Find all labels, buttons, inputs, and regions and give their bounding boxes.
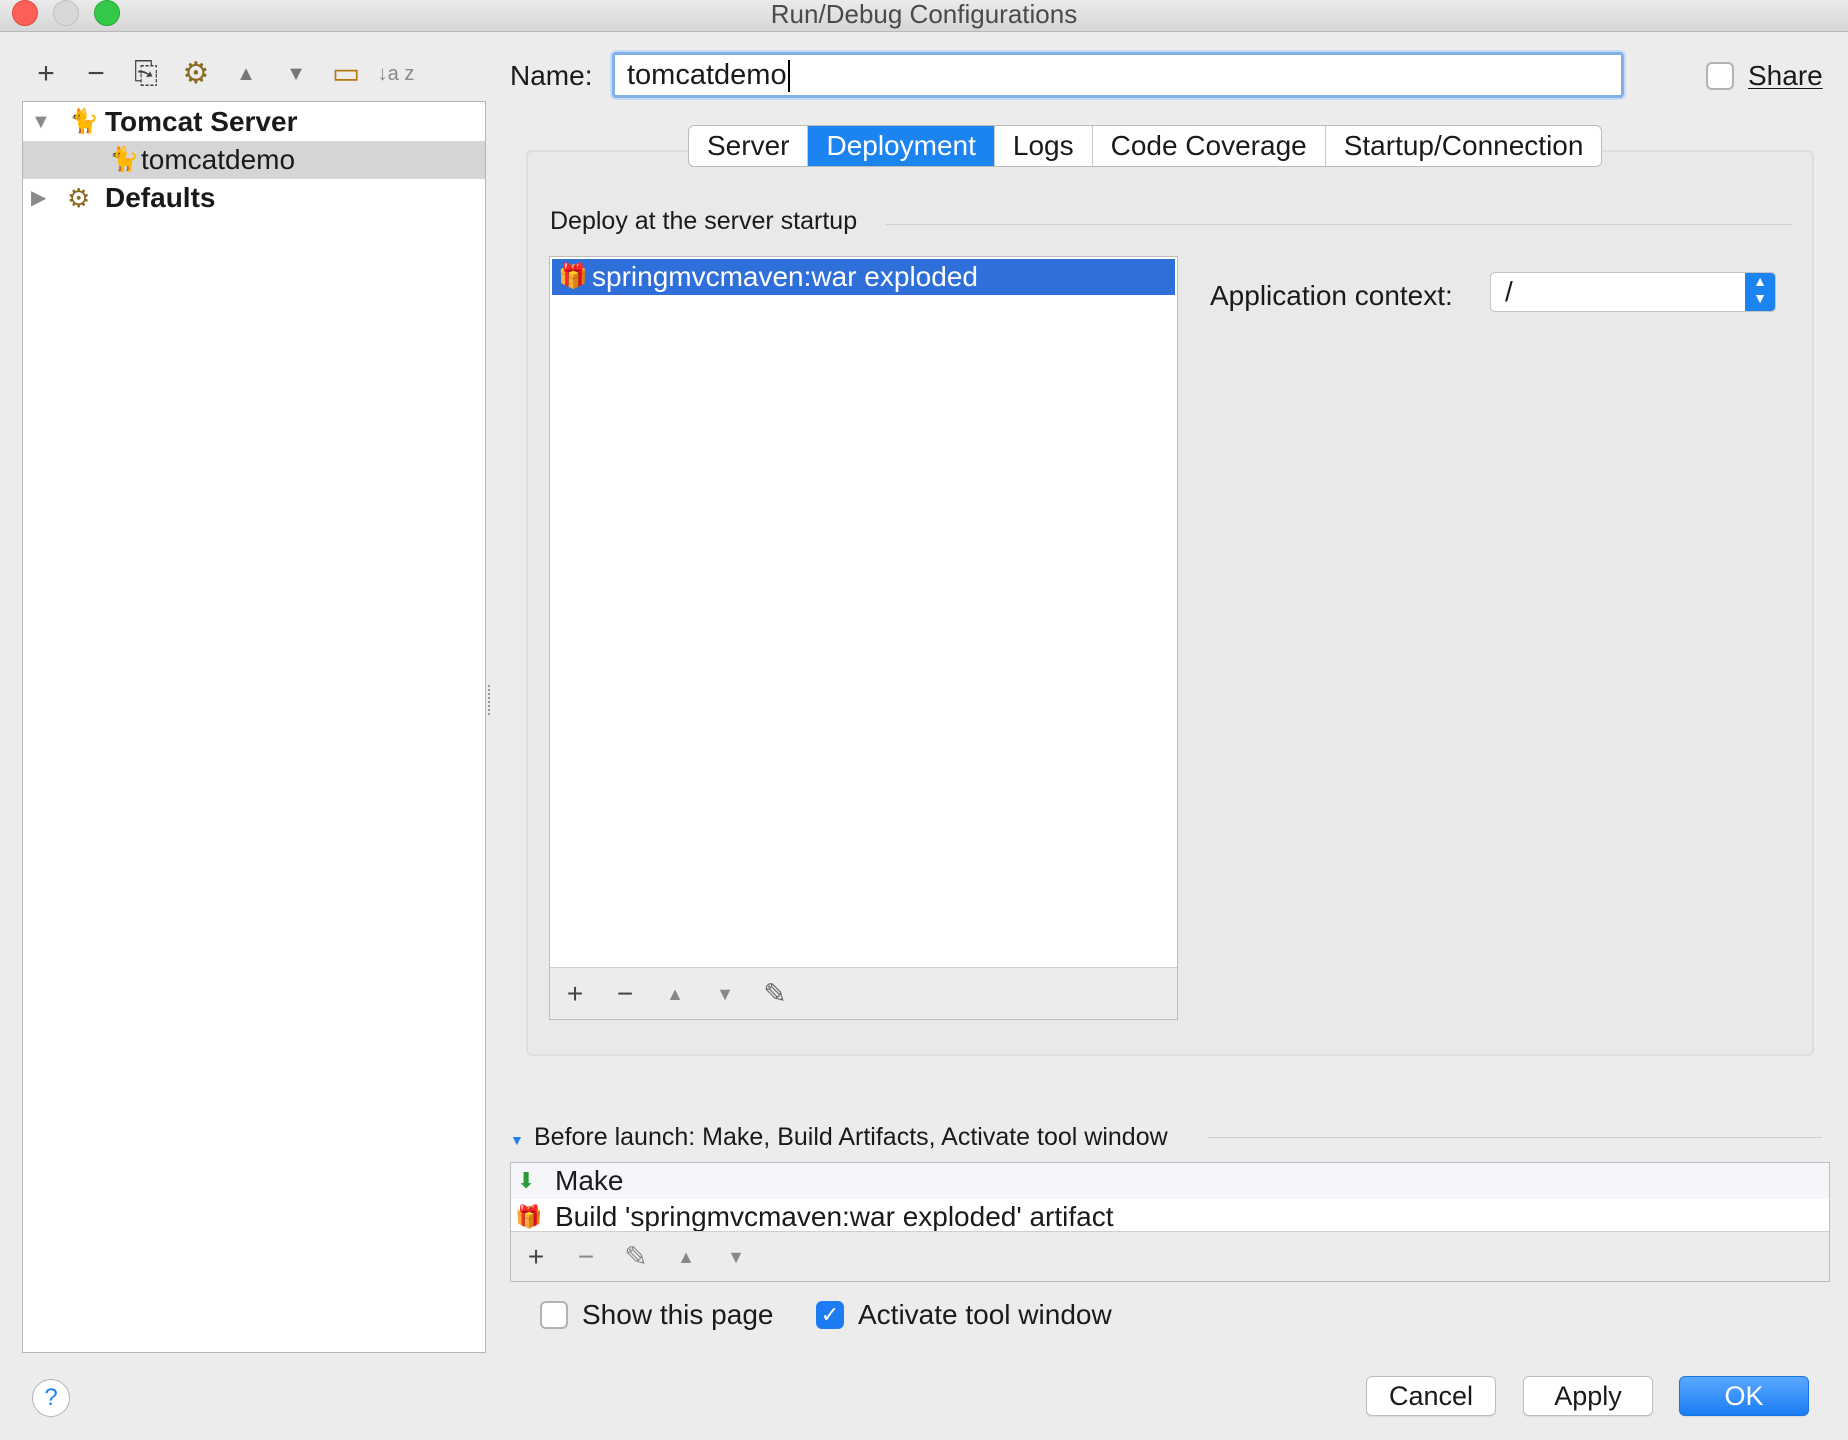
panel-splitter[interactable] — [488, 685, 494, 715]
tab-server[interactable]: Server — [689, 126, 809, 166]
add-configuration-icon[interactable]: + — [26, 54, 66, 94]
remove-icon[interactable]: − — [604, 968, 646, 1020]
move-down-icon[interactable]: ▼ — [715, 1231, 757, 1283]
tree-item-tomcatdemo[interactable]: 🐈 tomcatdemo — [23, 141, 485, 179]
ok-button[interactable]: OK — [1679, 1376, 1809, 1416]
copy-configuration-icon[interactable]: ⎘ — [126, 54, 166, 94]
tree-item-defaults[interactable]: ▶ ⚙ Defaults — [23, 179, 485, 217]
activate-tool-window-label[interactable]: Activate tool window — [858, 1295, 1112, 1335]
window-title: Run/Debug Configurations — [770, 0, 1078, 29]
tree-item-label: tomcatdemo — [141, 144, 296, 175]
show-page-checkbox[interactable] — [540, 1301, 568, 1329]
tab-code-coverage[interactable]: Code Coverage — [1093, 126, 1326, 166]
tomcat-icon: 🐈 — [109, 146, 139, 173]
deploy-section-title: Deploy at the server startup — [550, 207, 858, 235]
name-label: Name: — [510, 60, 593, 91]
tab-strip: Server Deployment Logs Code Coverage Sta… — [688, 125, 1603, 167]
configuration-tree[interactable]: ▼ 🐈 Tomcat Server 🐈 tomcatdemo ▶ ⚙ Defau… — [22, 101, 486, 1353]
edit-defaults-icon[interactable]: ⚙ — [176, 54, 216, 94]
app-context-select[interactable]: / ▲ ▼ — [1490, 272, 1776, 312]
edit-pencil-icon[interactable]: ✎ — [615, 1231, 657, 1283]
deploy-artifact-list[interactable]: 🎁 springmvcmaven:war exploded + − ▲ ▼ ✎ — [549, 256, 1178, 1020]
deploy-list-toolbar: + − ▲ ▼ ✎ — [550, 967, 1177, 1019]
artifact-icon: 🎁 — [558, 263, 588, 290]
activate-tool-window-checkbox[interactable]: ✓ — [816, 1301, 844, 1329]
checkmark-icon: ✓ — [820, 1302, 840, 1327]
list-item[interactable]: 🎁 springmvcmaven:war exploded — [552, 259, 1175, 295]
share-label[interactable]: Share — [1748, 56, 1823, 96]
collapse-before-launch-icon[interactable]: ▼ — [510, 1130, 524, 1150]
sort-icon[interactable]: ↓a z — [376, 54, 416, 94]
folder-icon[interactable]: ▭ — [326, 54, 366, 94]
expand-arrow-icon[interactable]: ▼ — [31, 103, 51, 141]
add-icon[interactable]: + — [515, 1231, 557, 1283]
move-down-icon[interactable]: ▼ — [276, 54, 316, 94]
remove-icon[interactable]: − — [565, 1231, 607, 1283]
make-icon: ⬇ — [517, 1168, 536, 1193]
before-launch-title: Before launch: Make, Build Artifacts, Ac… — [534, 1123, 1168, 1151]
text-caret — [787, 60, 790, 93]
section-divider — [886, 224, 1792, 225]
name-input[interactable]: tomcatdemo — [612, 52, 1624, 98]
move-down-icon[interactable]: ▼ — [704, 968, 746, 1020]
collapse-arrow-icon[interactable]: ▶ — [31, 179, 46, 217]
wrench-gear-icon: ⚙ — [67, 183, 91, 213]
tree-item-tomcat-server[interactable]: ▼ 🐈 Tomcat Server — [23, 103, 485, 141]
list-item[interactable]: 🎁 Build 'springmvcmaven:war exploded' ar… — [511, 1199, 1829, 1231]
section-divider — [1208, 1137, 1822, 1138]
select-arrows-icon[interactable]: ▲ ▼ — [1745, 273, 1775, 311]
app-context-label: Application context: — [1210, 280, 1453, 311]
tab-startup-connection[interactable]: Startup/Connection — [1326, 126, 1602, 166]
help-button[interactable]: ? — [32, 1379, 70, 1417]
remove-configuration-icon[interactable]: − — [76, 54, 116, 94]
move-up-icon[interactable]: ▲ — [665, 1231, 707, 1283]
tomcat-icon: 🐈 — [69, 108, 99, 135]
cancel-button[interactable]: Cancel — [1366, 1376, 1496, 1416]
artifact-icon: 🎁 — [515, 1204, 543, 1229]
apply-button[interactable]: Apply — [1523, 1376, 1653, 1416]
tab-deployment[interactable]: Deployment — [808, 126, 995, 166]
share-checkbox[interactable] — [1706, 62, 1734, 90]
list-item[interactable]: ⬇ Make — [511, 1163, 1829, 1199]
edit-pencil-icon[interactable]: ✎ — [754, 968, 796, 1020]
title-bar: Run/Debug Configurations — [0, 0, 1848, 32]
move-up-icon[interactable]: ▲ — [226, 54, 266, 94]
tree-item-label: Tomcat Server — [105, 106, 298, 137]
tab-logs[interactable]: Logs — [995, 126, 1093, 166]
before-launch-list[interactable]: ⬇ Make 🎁 Build 'springmvcmaven:war explo… — [510, 1162, 1830, 1282]
move-up-icon[interactable]: ▲ — [654, 968, 696, 1020]
show-page-label[interactable]: Show this page — [582, 1295, 773, 1335]
before-launch-toolbar: + − ✎ ▲ ▼ — [511, 1231, 1829, 1281]
tree-item-label: Defaults — [105, 182, 216, 213]
add-icon[interactable]: + — [554, 968, 596, 1020]
